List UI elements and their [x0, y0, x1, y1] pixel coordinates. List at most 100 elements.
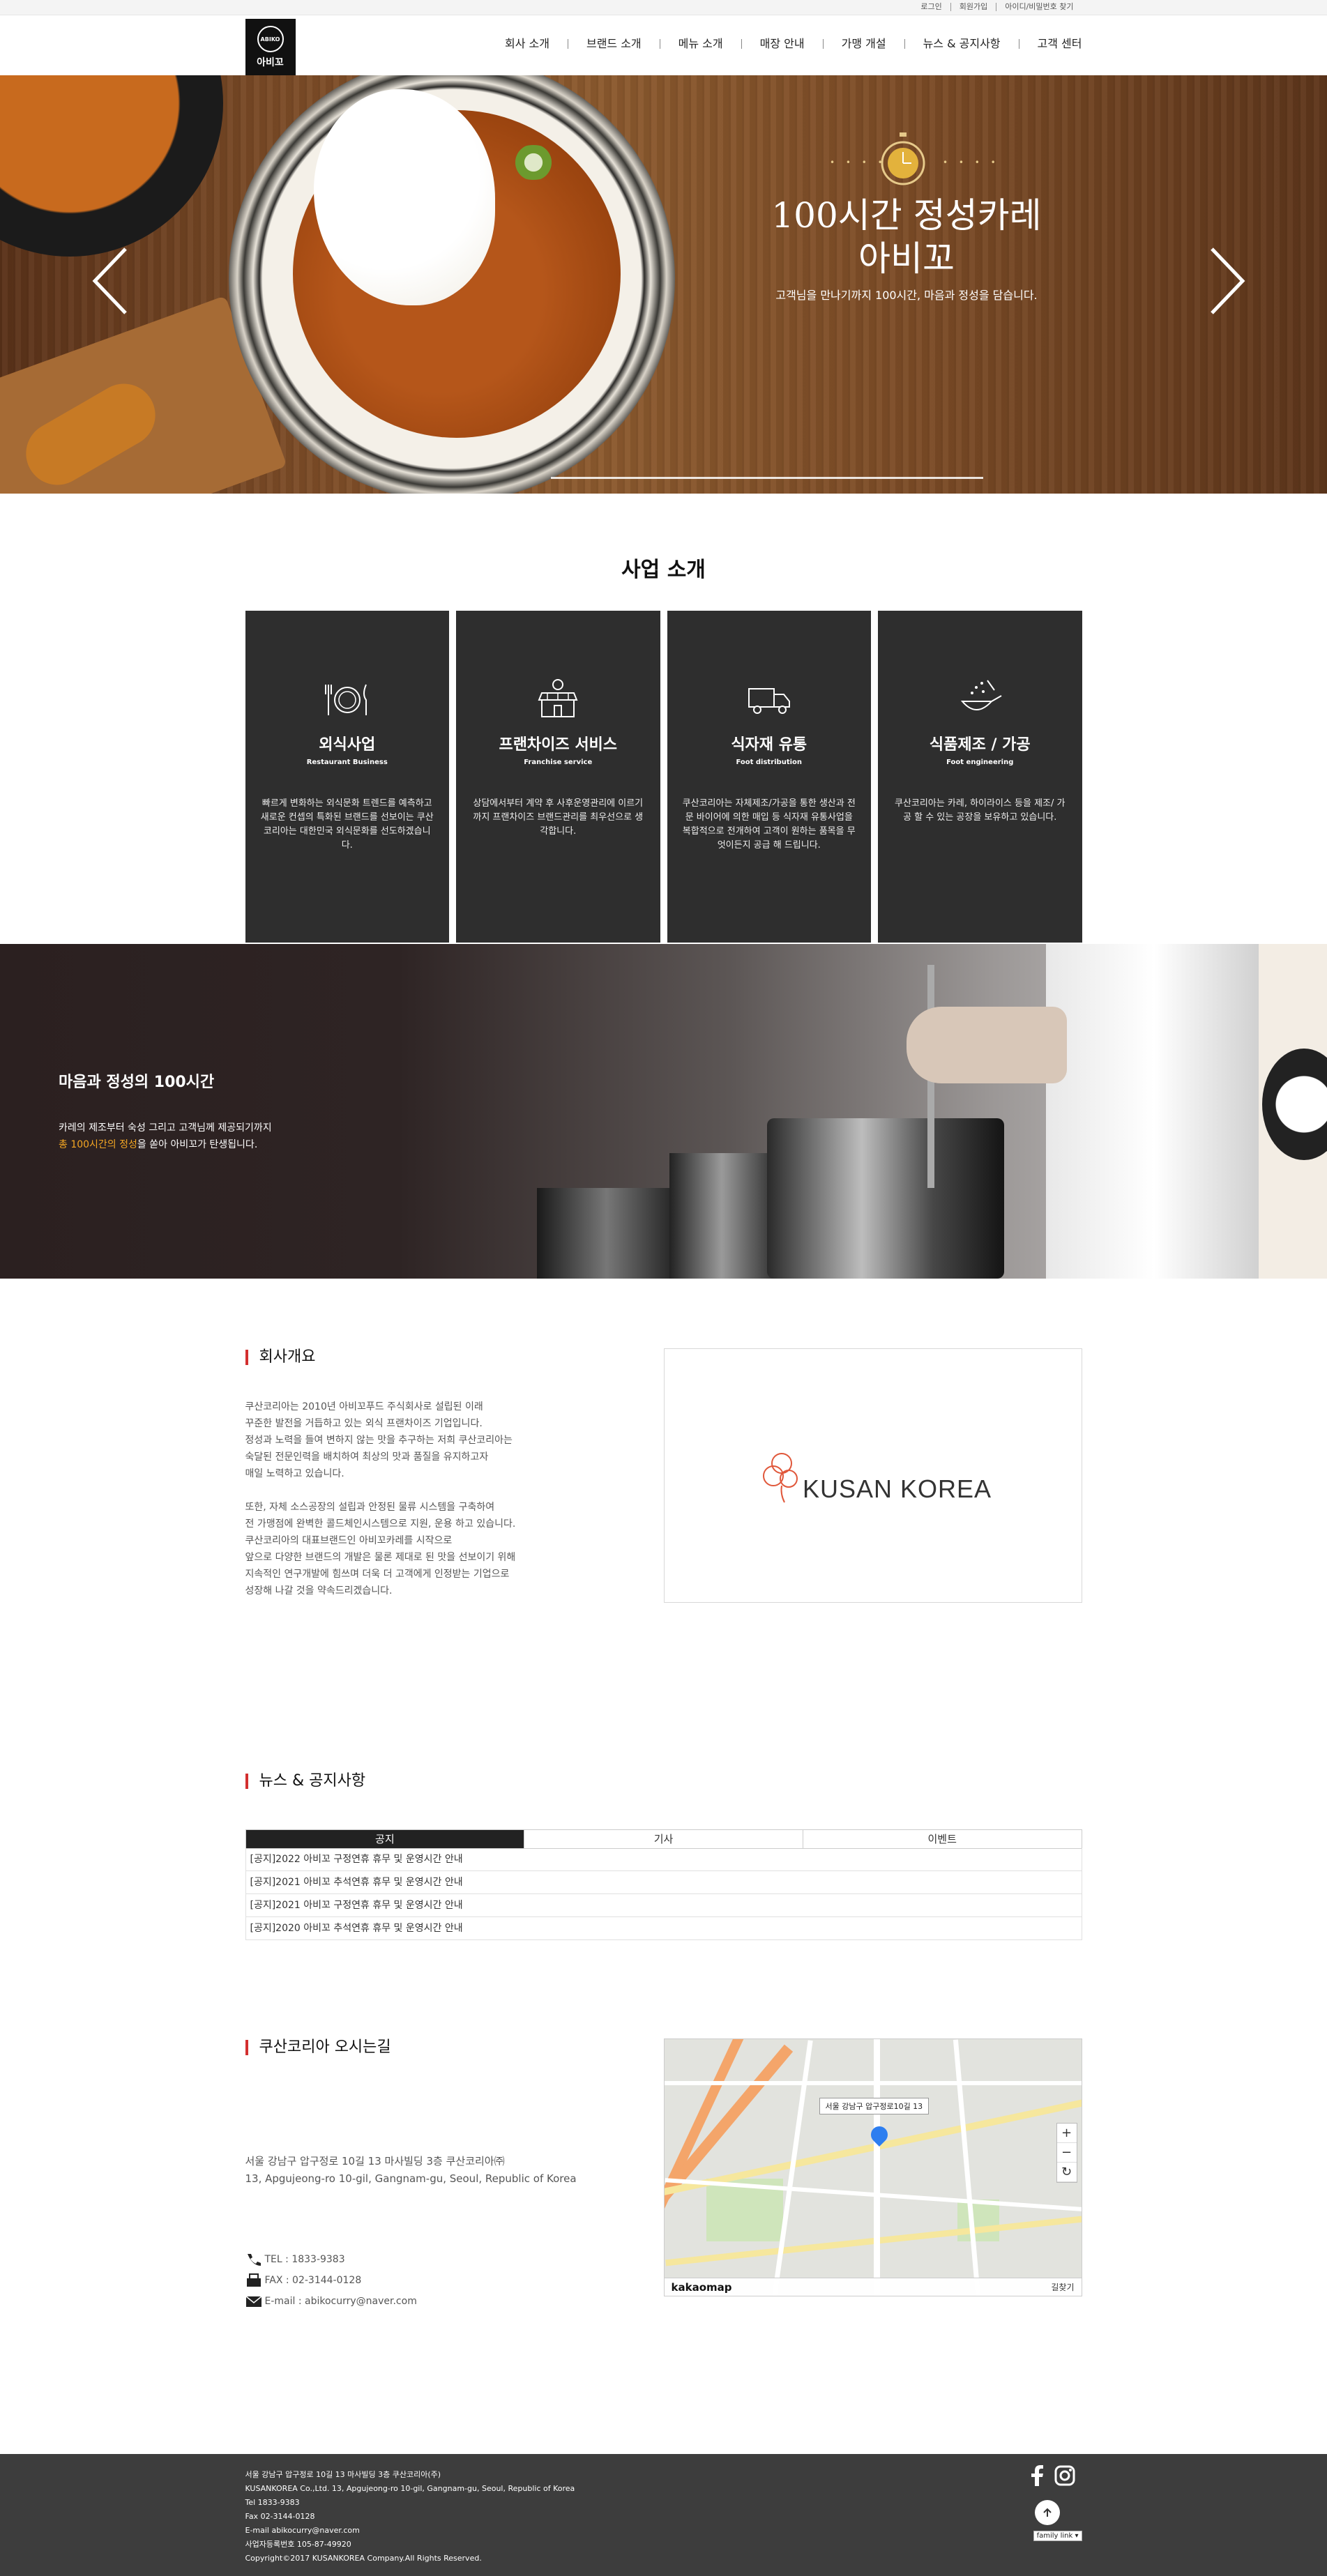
business-section: 사업 소개 외식사업 Restaurant Business 빠르게 변화하는 … — [0, 494, 1327, 944]
company-logo-box: KUSAN KOREA — [663, 1348, 1082, 1603]
logo-name: 아비꼬 — [257, 57, 284, 68]
contact-tel: TEL : 1833-9383 — [245, 2249, 417, 2270]
card-title: 외식사업 — [319, 736, 376, 754]
instagram-icon[interactable] — [1054, 2465, 1075, 2486]
contact-info: TEL : 1833-9383 FAX : 02-3144-0128 E-mai… — [245, 2249, 417, 2312]
news-title: 뉴스 & 공지사항 — [245, 1774, 365, 1789]
footer-email: E-mail abikocurry@naver.com — [245, 2526, 360, 2535]
phone-icon — [247, 2254, 261, 2266]
address-korean: 서울 강남구 압구정로 10길 13 마사빌딩 3층 쿠산코리아㈜ — [245, 2155, 505, 2167]
about-line: 쿠산코리아의 대표브랜드인 아비꼬카레를 시작으로 — [245, 1535, 453, 1546]
about-line: 쿠산코리아는 2010년 아비꼬푸드 주식회사로 설립된 이래 — [245, 1401, 483, 1412]
zoom-out-button[interactable]: − — [1056, 2143, 1077, 2163]
business-card-manufacturing[interactable]: 식품제조 / 가공 Foot engineering 쿠산코리아는 카레, 하이… — [878, 611, 1082, 943]
nav-support[interactable]: 고객 센터 — [1018, 38, 1082, 49]
facebook-icon[interactable] — [1029, 2465, 1045, 2486]
signup-link[interactable]: 회원가입 — [950, 3, 996, 11]
list-item[interactable]: [공지]2021 아비꼬 구정연휴 휴무 및 운영시간 안내 — [245, 1894, 1082, 1917]
contact-fax: FAX : 02-3144-0128 — [245, 2270, 417, 2291]
nav-brand[interactable]: 브랜드 소개 — [567, 38, 660, 49]
business-title: 사업 소개 — [621, 558, 706, 582]
map-reset-button[interactable]: ↻ — [1056, 2163, 1077, 2182]
email-text: E-mail : abikocurry@naver.com — [264, 2296, 417, 2307]
business-card-distribution[interactable]: 식자재 유통 Foot distribution 쿠산코리아는 자체제조/가공을… — [667, 611, 871, 943]
about-line: 매일 노력하고 있습니다. — [245, 1468, 344, 1479]
banner-hand-image — [907, 1007, 1067, 1083]
banner-line1: 카레의 제조부터 숙성 그리고 고객님께 제공되기까지 — [59, 1122, 272, 1134]
tab-events[interactable]: 이벤트 — [802, 1830, 1082, 1848]
footer-fax: Fax 02-3144-0128 — [245, 2512, 315, 2521]
cooking-pan-icon — [961, 680, 1002, 710]
truck-icon — [748, 688, 790, 714]
family-link-select[interactable]: family link ▾ — [1033, 2531, 1082, 2541]
brand-logo[interactable]: ABIKO 아비꼬 — [245, 19, 296, 76]
footer-tel: Tel 1833-9383 — [245, 2498, 300, 2507]
scroll-top-button[interactable] — [1034, 2500, 1060, 2525]
about-line: 또한, 자체 소스공장의 설립과 안정된 물류 시스템을 구축하여 — [245, 1502, 495, 1513]
tab-articles[interactable]: 기사 — [524, 1830, 803, 1848]
decor-dots-right: • • • • — [943, 158, 1000, 167]
location-title: 쿠산코리아 오시는길 — [245, 2040, 391, 2055]
business-card-restaurant[interactable]: 외식사업 Restaurant Business 빠르게 변화하는 외식문화 트… — [245, 611, 449, 943]
map-zoom-controls: + − ↻ — [1056, 2123, 1077, 2183]
nav-stores[interactable]: 매장 안내 — [741, 38, 823, 49]
family-link-label: family link — [1036, 2532, 1073, 2540]
news-tabs: 공지 기사 이벤트 — [245, 1829, 1082, 1849]
about-line: 지속적인 연구개발에 힘쓰며 더욱 더 고객에게 인정받는 기업으로 — [245, 1569, 510, 1580]
site-footer: 서울 강남구 압구정로 10길 13 마사빌딩 3층 쿠산코리아(주) KUSA… — [0, 2454, 1327, 2576]
nav-news[interactable]: 뉴스 & 공지사항 — [904, 38, 1019, 49]
fax-icon — [246, 2273, 261, 2287]
top-utility-bar: 로그인 회원가입 아이디/비밀번호 찾기 — [0, 0, 1327, 15]
about-line: 성장해 나갈 것을 약속드리겠습니다. — [245, 1585, 393, 1596]
tel-text: TEL : 1833-9383 — [264, 2254, 345, 2265]
chevron-left-icon[interactable] — [89, 246, 131, 316]
footer-address: 서울 강남구 압구정로 10길 13 마사빌딩 3층 쿠산코리아(주) — [245, 2470, 441, 2479]
zoom-in-button[interactable]: + — [1056, 2124, 1077, 2143]
nav-franchise[interactable]: 가맹 개설 — [822, 38, 904, 49]
directions-link[interactable]: 길찾기 — [1051, 2281, 1074, 2293]
footer-info: 서울 강남구 압구정로 10길 13 마사빌딩 3층 쿠산코리아(주) KUSA… — [245, 2468, 575, 2566]
kakao-map[interactable]: 서울 강남구 압구정로10길 13 + − ↻ kakaomap 길찾기 — [663, 2038, 1082, 2296]
card-title: 식자재 유통 — [731, 736, 807, 754]
hero-slider: • • • • • • • • 100시간 정성카레 아비꼬 고객님을 만나기까… — [0, 75, 1327, 494]
business-cards: 외식사업 Restaurant Business 빠르게 변화하는 외식문화 트… — [245, 611, 1082, 943]
news-section: 뉴스 & 공지사항 공지 기사 이벤트 [공지]2022 아비꼬 구정연휴 휴무… — [245, 1739, 1082, 2038]
nav-menu[interactable]: 메뉴 소개 — [659, 38, 741, 49]
card-subtitle: Foot engineering — [946, 759, 1014, 766]
about-section: 회사개요 쿠산코리아는 2010년 아비꼬푸드 주식회사로 설립된 이래 꾸준한… — [245, 1279, 1082, 1739]
map-footer: kakaomap 길찾기 — [664, 2278, 1082, 2296]
news-list: [공지]2022 아비꼬 구정연휴 휴무 및 운영시간 안내 [공지]2021 … — [245, 1848, 1082, 1940]
footer-address-en: KUSANKOREA Co.,Ltd. 13, Apgujeong-ro 10-… — [245, 2484, 575, 2493]
footer-copyright: Copyright©2017 KUSANKOREA Company.All Ri… — [245, 2554, 482, 2563]
about-line: 전 가맹점에 완벽한 콜드체인시스템으로 지원, 운용 하고 있습니다. — [245, 1518, 516, 1530]
card-subtitle: Foot distribution — [736, 759, 803, 766]
card-subtitle: Franchise service — [524, 759, 593, 766]
chef-banner: 마음과 정성의 100시간 카레의 제조부터 숙성 그리고 고객님께 제공되기까… — [0, 944, 1327, 1279]
about-line: 숙달된 전문인력을 배치하여 최상의 맛과 품질을 유지하고자 — [245, 1451, 489, 1463]
address-english: 13, Apgujeong-ro 10-gil, Gangnam-gu, Seo… — [245, 2172, 577, 2185]
list-item[interactable]: [공지]2021 아비꼬 추석연휴 휴무 및 운영시간 안내 — [245, 1871, 1082, 1894]
chevron-right-icon[interactable] — [1206, 246, 1248, 316]
kakaomap-logo[interactable]: kakaomap — [672, 2281, 732, 2294]
login-link[interactable]: 로그인 — [912, 3, 950, 11]
address: 서울 강남구 압구정로 10길 13 마사빌딩 3층 쿠산코리아㈜ 13, Ap… — [245, 2153, 577, 2188]
card-title: 식품제조 / 가공 — [929, 736, 1031, 754]
list-item[interactable]: [공지]2022 아비꼬 구정연휴 휴무 및 운영시간 안내 — [245, 1848, 1082, 1871]
about-title: 회사개요 — [245, 1350, 315, 1365]
map-marker-label: 서울 강남구 압구정로10길 13 — [819, 2098, 930, 2114]
slider-progress-bar — [551, 477, 983, 479]
card-description: 상담에서부터 계약 후 사후운영관리에 이르기까지 프랜차이즈 브랜드관리를 최… — [473, 798, 644, 837]
utility-links: 로그인 회원가입 아이디/비밀번호 찾기 — [912, 3, 1082, 11]
site-header: ABIKO 아비꼬 회사 소개 브랜드 소개 메뉴 소개 매장 안내 가맹 개설… — [0, 15, 1327, 76]
nav-company[interactable]: 회사 소개 — [487, 38, 568, 49]
tab-notice[interactable]: 공지 — [245, 1830, 524, 1848]
find-account-link[interactable]: 아이디/비밀번호 찾기 — [996, 3, 1082, 11]
list-item[interactable]: [공지]2020 아비꼬 추석연휴 휴무 및 운영시간 안내 — [245, 1917, 1082, 1940]
card-subtitle: Restaurant Business — [306, 759, 388, 766]
business-card-franchise[interactable]: 프랜차이즈 서비스 Franchise service 상담에서부터 계약 후 … — [456, 611, 660, 943]
banner-line2: 을 쏟아 아비꼬가 탄생됩니다. — [137, 1139, 258, 1150]
banner-chef-image — [1046, 944, 1262, 1279]
hero-subtitle: 고객님을 만나기까지 100시간, 마음과 정성을 담습니다. — [775, 289, 1038, 302]
card-description: 빠르게 변화하는 외식문화 트렌드를 예측하고 새로운 컨셉의 특화된 브랜드를… — [260, 798, 434, 851]
about-line: 정성과 노력을 들여 변하지 않는 맛을 추구하는 저희 쿠산코리아는 — [245, 1435, 513, 1446]
